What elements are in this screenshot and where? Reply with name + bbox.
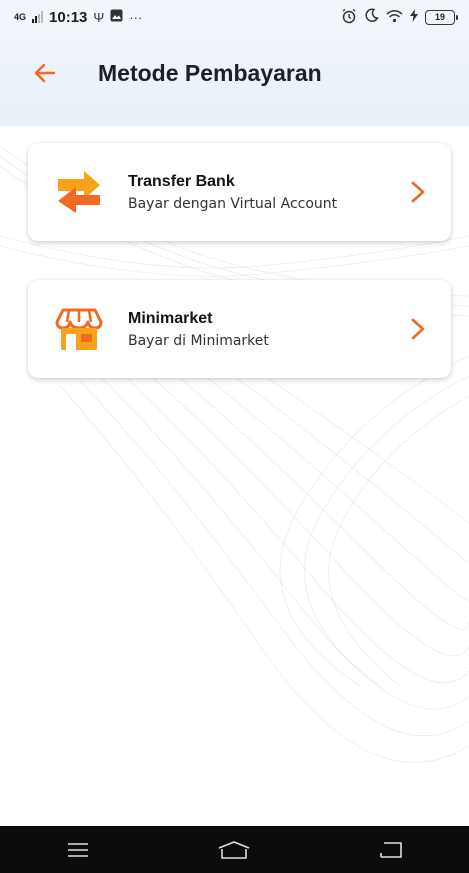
status-bar: 4G 10:13 Ψ ··· 19 (0, 0, 469, 34)
payment-option-subtitle: Bayar dengan Virtual Account (128, 195, 338, 212)
usb-icon: Ψ (93, 9, 105, 25)
charging-icon (410, 9, 418, 25)
payment-option-text: Minimarket Bayar di Minimarket (128, 310, 403, 349)
arrow-left-icon (34, 63, 56, 83)
payment-option-transfer-bank[interactable]: Transfer Bank Bayar dengan Virtual Accou… (28, 143, 451, 241)
back-nav-button[interactable] (361, 830, 421, 870)
moon-icon (364, 8, 379, 26)
system-navigation-bar (0, 826, 469, 873)
transfer-arrows-icon (52, 165, 106, 219)
clock: 10:13 (49, 8, 88, 26)
payment-option-subtitle: Bayar di Minimarket (128, 332, 269, 349)
more-notifications-icon: ··· (129, 9, 143, 25)
return-icon (380, 841, 402, 858)
header: 4G 10:13 Ψ ··· 19 Metode Pembayaran (0, 0, 469, 126)
network-type: 4G (14, 11, 27, 22)
menu-button[interactable] (48, 830, 108, 870)
chevron-right-icon (403, 177, 433, 207)
gallery-notification-icon (110, 9, 123, 26)
alarm-icon (341, 8, 357, 27)
wifi-icon (386, 9, 403, 26)
battery-icon: 19 (425, 9, 458, 25)
status-right: 19 (341, 8, 458, 27)
payment-option-title: Minimarket (128, 309, 213, 327)
menu-icon (68, 842, 89, 857)
payment-option-title: Transfer Bank (128, 172, 235, 190)
home-button[interactable] (204, 830, 264, 870)
store-icon (52, 302, 106, 356)
status-left: 4G 10:13 Ψ ··· (14, 9, 142, 26)
battery-level: 19 (434, 12, 445, 22)
app-bar: Metode Pembayaran (0, 44, 469, 102)
page-title: Metode Pembayaran (98, 59, 322, 86)
payment-method-list: Transfer Bank Bayar dengan Virtual Accou… (0, 126, 469, 826)
payment-option-text: Transfer Bank Bayar dengan Virtual Accou… (128, 173, 403, 212)
signal-icon (32, 11, 44, 23)
chevron-right-icon (403, 314, 433, 344)
payment-option-minimarket[interactable]: Minimarket Bayar di Minimarket (28, 280, 451, 378)
home-icon (219, 840, 250, 859)
back-button[interactable] (22, 50, 68, 96)
